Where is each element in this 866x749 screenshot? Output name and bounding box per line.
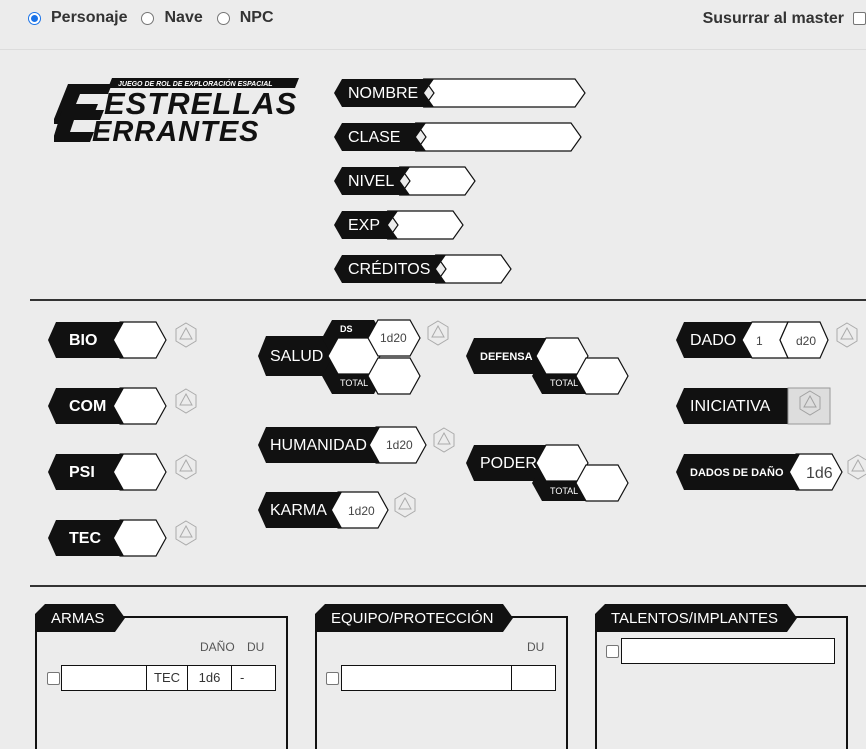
- equipo-du-input[interactable]: [511, 665, 556, 691]
- poder-total-label: TOTAL: [550, 486, 578, 496]
- clase-label: CLASE: [348, 129, 400, 146]
- dado-stat: DADO 1 d20: [676, 321, 858, 359]
- iniciativa-stat: INICIATIVA: [676, 387, 831, 425]
- armas-col-du: DU: [247, 640, 265, 654]
- poder-label: PODER: [480, 455, 537, 472]
- humanidad-stat: HUMANIDAD 1d20: [258, 426, 455, 464]
- humanidad-label: HUMANIDAD: [270, 437, 367, 454]
- exp-label: EXP: [348, 217, 380, 234]
- d20-roll-icon[interactable]: [836, 322, 858, 348]
- equipo-row-checkbox[interactable]: [326, 672, 339, 685]
- talentos-panel: [595, 616, 848, 749]
- iniciativa-roll-button[interactable]: [787, 387, 831, 425]
- nivel-field: NIVEL: [334, 166, 476, 196]
- d20-roll-icon[interactable]: [427, 320, 449, 346]
- d20-roll-icon[interactable]: [175, 520, 197, 546]
- equipo-title: EQUIPO/PROTECCIÓN: [331, 610, 494, 627]
- talentos-row-checkbox[interactable]: [606, 645, 619, 658]
- radio-nave-label: Nave: [164, 9, 203, 26]
- dado-label: DADO: [690, 332, 736, 349]
- d20-roll-icon[interactable]: [175, 454, 197, 480]
- com-stat: COM: [48, 387, 197, 425]
- nivel-label: NIVEL: [348, 173, 394, 190]
- tec-stat: TEC: [48, 519, 197, 557]
- logo-line2: ERRANTES: [92, 116, 260, 146]
- karma-stat: KARMA 1d20: [258, 491, 416, 529]
- tec-label: TEC: [69, 530, 101, 547]
- poder-stat: PODER TOTAL: [466, 444, 629, 502]
- defensa-total-label: TOTAL: [550, 378, 578, 388]
- radio-npc-label: NPC: [239, 9, 274, 26]
- armas-attr-cell[interactable]: TEC: [146, 665, 188, 691]
- exp-input[interactable]: [386, 210, 464, 240]
- salud-total-input[interactable]: [367, 357, 421, 395]
- dados-dano-label: DADOS DE DAÑO: [690, 466, 784, 479]
- psi-stat: PSI: [48, 453, 197, 491]
- com-label: COM: [69, 398, 106, 415]
- d20-roll-icon[interactable]: [433, 427, 455, 453]
- iniciativa-label: INICIATIVA: [690, 398, 771, 415]
- defensa-total-input[interactable]: [575, 357, 629, 395]
- salud-ds-label: DS: [340, 324, 353, 334]
- defensa-label: DEFENSA: [480, 351, 533, 363]
- radio-personaje[interactable]: [28, 11, 41, 25]
- equipo-name-input[interactable]: [341, 665, 513, 691]
- bio-stat: BIO: [48, 321, 197, 359]
- d20-roll-icon[interactable]: [175, 322, 197, 348]
- nombre-field: NOMBRE: [334, 78, 586, 108]
- radio-npc[interactable]: [216, 11, 230, 25]
- armas-title: ARMAS: [51, 610, 104, 627]
- salud-stat: SALUD DS TOTAL 1d20: [258, 319, 449, 395]
- karma-label: KARMA: [270, 502, 327, 519]
- d20-roll-icon[interactable]: [175, 388, 197, 414]
- clase-input[interactable]: [414, 122, 582, 152]
- d20-roll-icon[interactable]: [847, 454, 866, 480]
- nivel-input[interactable]: [398, 166, 476, 196]
- clase-field: CLASE: [334, 122, 582, 152]
- talentos-tab: TALENTOS/IMPLANTES: [595, 604, 797, 632]
- dados-dano-stat: DADOS DE DAÑO 1d6: [676, 453, 866, 491]
- type-selector: Personaje Nave NPC: [28, 9, 288, 27]
- d20-roll-icon[interactable]: [394, 492, 416, 518]
- creditos-field: CRÉDITOS: [334, 254, 512, 284]
- salud-die: 1d20: [380, 331, 407, 345]
- salud-label: SALUD: [270, 348, 323, 365]
- psi-label: PSI: [69, 464, 95, 481]
- whisper-label: Susurrar al master: [702, 10, 844, 27]
- armas-row-checkbox[interactable]: [47, 672, 60, 685]
- divider-top: [30, 299, 866, 301]
- poder-total-input[interactable]: [575, 464, 629, 502]
- dado-type: d20: [796, 334, 816, 348]
- armas-dano-cell[interactable]: 1d6: [187, 665, 232, 691]
- armas-name-input[interactable]: [61, 665, 147, 691]
- defensa-stat: DEFENSA TOTAL: [466, 337, 629, 395]
- creditos-input[interactable]: [434, 254, 512, 284]
- nombre-label: NOMBRE: [348, 85, 418, 102]
- radio-nave[interactable]: [141, 11, 155, 25]
- salud-total-label: TOTAL: [340, 378, 368, 388]
- talentos-title: TALENTOS/IMPLANTES: [611, 610, 778, 627]
- divider-bottom: [30, 585, 866, 587]
- armas-du-cell[interactable]: -: [231, 665, 276, 691]
- humanidad-die: 1d20: [386, 438, 413, 452]
- bio-label: BIO: [69, 332, 97, 349]
- whisper-checkbox[interactable]: [853, 12, 866, 25]
- talentos-input[interactable]: [621, 638, 835, 664]
- creditos-label: CRÉDITOS: [348, 259, 430, 278]
- nombre-input[interactable]: [422, 78, 586, 108]
- radio-personaje-label: Personaje: [51, 9, 128, 26]
- exp-field: EXP: [334, 210, 464, 240]
- equipo-col-du: DU: [527, 640, 545, 654]
- dados-dano-value: 1d6: [806, 465, 833, 482]
- armas-tab: ARMAS: [35, 604, 125, 632]
- equipo-tab: EQUIPO/PROTECCIÓN: [315, 604, 513, 632]
- logo: JUEGO DE ROL DE EXPLORACIÓN ESPACIAL EST…: [54, 78, 299, 146]
- armas-col-dano: DAÑO: [200, 640, 235, 654]
- dado-count: 1: [756, 334, 763, 348]
- karma-die: 1d20: [348, 504, 375, 518]
